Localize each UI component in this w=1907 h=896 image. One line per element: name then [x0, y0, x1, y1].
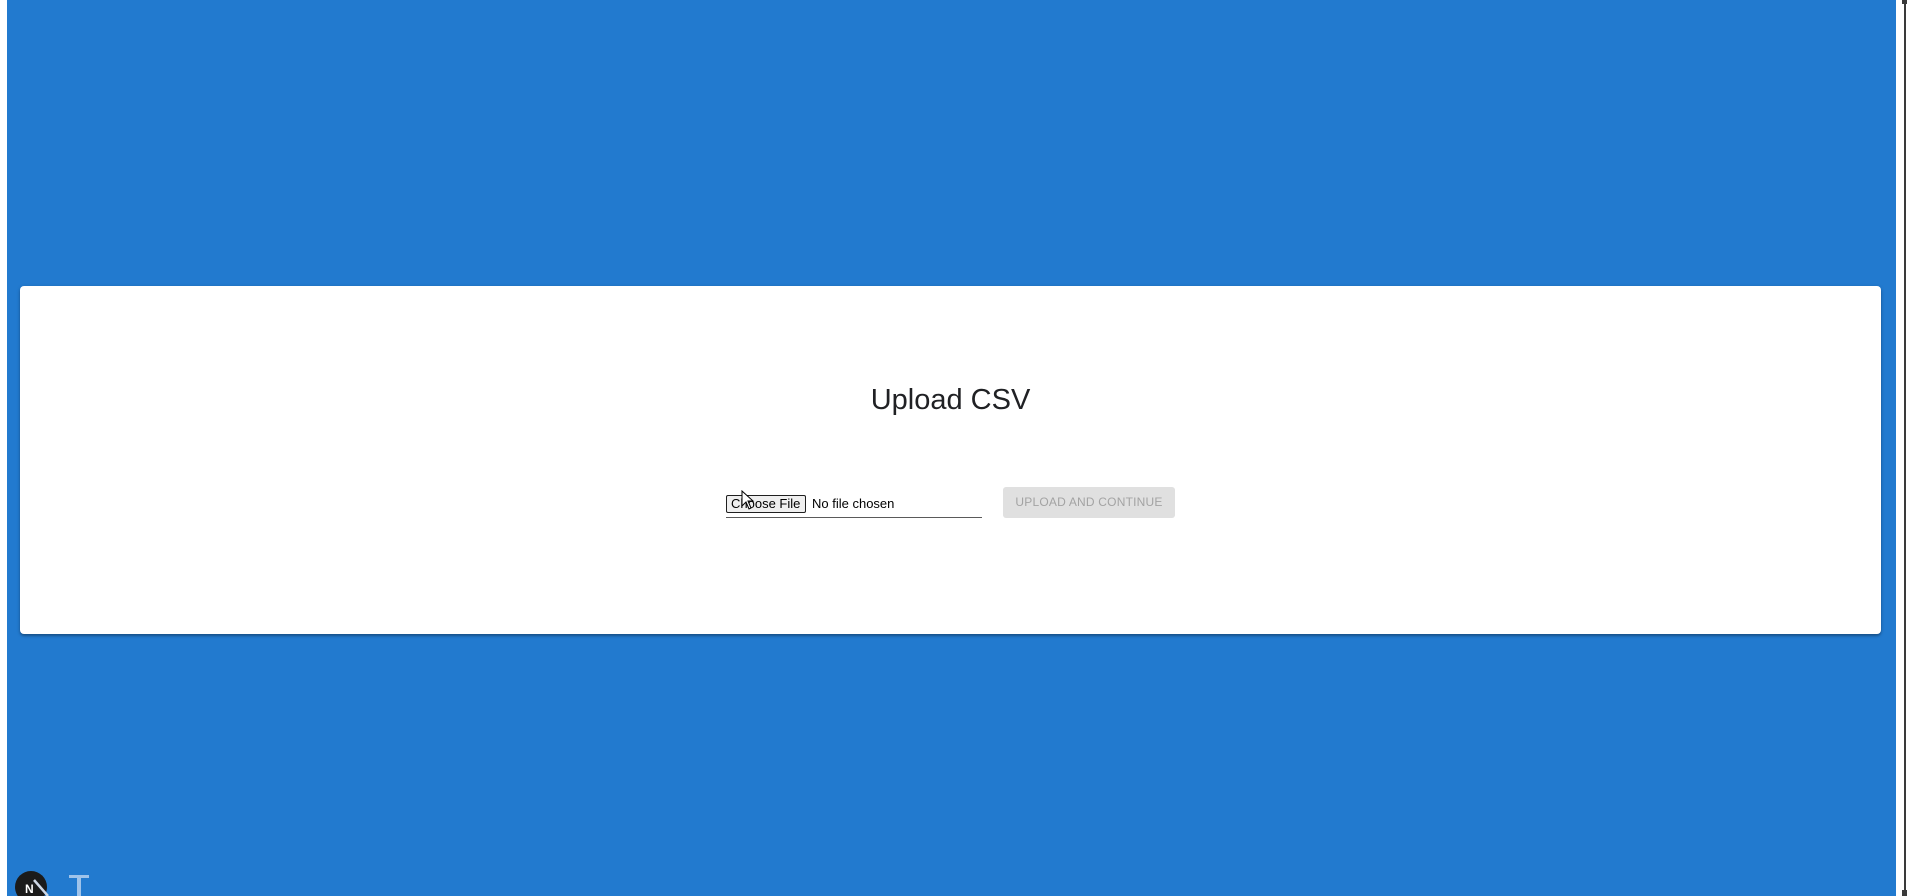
- file-input[interactable]: Choose File No file chosen: [726, 490, 982, 518]
- next-logo-icon[interactable]: N: [14, 868, 50, 896]
- upload-card: Upload CSV Choose File No file chosen UP…: [20, 286, 1881, 634]
- choose-file-button[interactable]: Choose File: [726, 495, 806, 513]
- tool-icon[interactable]: [67, 874, 91, 896]
- scrollbar-up-marker: [1902, 0, 1907, 4]
- left-edge: [0, 0, 7, 896]
- svg-text:N: N: [25, 882, 34, 896]
- file-status-text: No file chosen: [812, 496, 895, 511]
- scrollbar-track: [1904, 0, 1906, 896]
- scrollbar-down-marker: [1902, 890, 1907, 896]
- page-title: Upload CSV: [870, 384, 1031, 416]
- upload-and-continue-button[interactable]: UPLOAD AND CONTINUE: [1003, 487, 1175, 518]
- mouse-pointer-icon: [741, 490, 755, 510]
